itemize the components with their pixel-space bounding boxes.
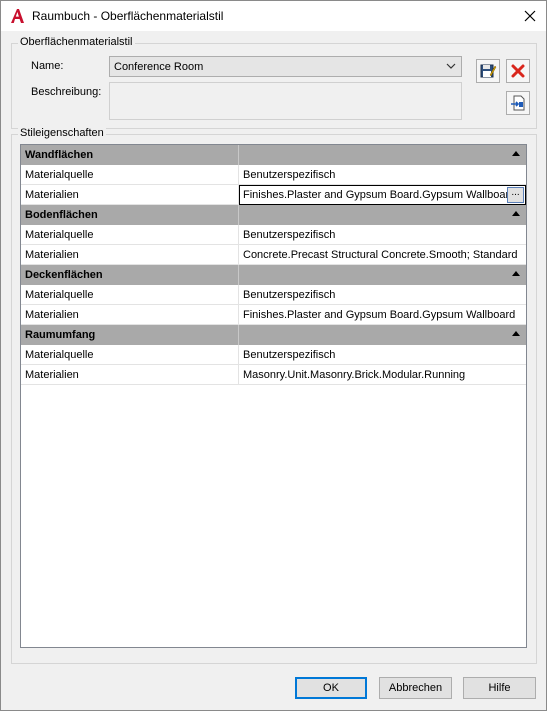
collapse-arrow-icon[interactable]	[512, 271, 520, 276]
property-label: Materialien	[21, 305, 239, 325]
property-value[interactable]: Benutzerspezifisch	[239, 225, 526, 245]
dialog-window: Raumbuch - Oberflächenmaterialstil Oberf…	[0, 0, 547, 711]
description-label: Beschreibung:	[31, 86, 102, 98]
properties-grid: Wandflächen Materialquelle Benutzerspezi…	[20, 144, 527, 648]
import-button[interactable]	[506, 91, 530, 115]
delete-button[interactable]	[506, 59, 530, 83]
property-label: Materialien	[21, 365, 239, 385]
property-label: Materialquelle	[21, 225, 239, 245]
property-value: Finishes.Plaster and Gypsum Board.Gypsum…	[243, 189, 516, 201]
section-title: Bodenflächen	[21, 205, 239, 225]
property-value[interactable]: Benutzerspezifisch	[239, 345, 526, 365]
section-header-raumumfang[interactable]: Raumumfang	[21, 325, 526, 345]
property-value[interactable]: Benutzerspezifisch	[239, 165, 526, 185]
section-header-spacer	[239, 205, 526, 225]
property-row[interactable]: Materialien Masonry.Unit.Masonry.Brick.M…	[21, 365, 526, 385]
save-edit-button[interactable]	[476, 59, 500, 83]
collapse-arrow-icon[interactable]	[512, 211, 520, 216]
property-row[interactable]: Materialquelle Benutzerspezifisch	[21, 345, 526, 365]
property-label: Materialquelle	[21, 345, 239, 365]
name-combo[interactable]: Conference Room	[109, 56, 462, 77]
floppy-edit-icon	[480, 64, 497, 78]
property-row[interactable]: Materialien Finishes.Plaster and Gypsum …	[21, 305, 526, 325]
property-value-editor[interactable]: Finishes.Plaster and Gypsum Board.Gypsum…	[239, 185, 526, 205]
help-button[interactable]: Hilfe	[463, 677, 536, 699]
section-header-spacer	[239, 145, 526, 165]
import-document-icon	[511, 95, 525, 111]
property-row[interactable]: Materialquelle Benutzerspezifisch	[21, 225, 526, 245]
section-header-deckenflaechen[interactable]: Deckenflächen	[21, 265, 526, 285]
description-field[interactable]	[109, 82, 462, 120]
help-button-label: Hilfe	[488, 682, 511, 694]
properties-group-legend: Stileigenschaften	[18, 127, 106, 139]
red-x-delete-icon	[511, 64, 525, 78]
property-row[interactable]: Materialien Finishes.Plaster and Gypsum …	[21, 185, 526, 205]
close-x-icon	[524, 10, 536, 22]
property-label: Materialquelle	[21, 165, 239, 185]
section-title: Wandflächen	[21, 145, 239, 165]
section-title: Raumumfang	[21, 325, 239, 345]
chevron-down-icon	[446, 63, 456, 69]
property-value[interactable]: Benutzerspezifisch	[239, 285, 526, 305]
title-bar: Raumbuch - Oberflächenmaterialstil	[1, 1, 546, 31]
autocad-a-icon	[11, 9, 24, 23]
close-button[interactable]	[514, 1, 546, 31]
property-label: Materialien	[21, 185, 239, 205]
section-title: Deckenflächen	[21, 265, 239, 285]
cancel-button[interactable]: Abbrechen	[379, 677, 452, 699]
property-value[interactable]: Finishes.Plaster and Gypsum Board.Gypsum…	[239, 305, 526, 325]
section-header-wandflaechen[interactable]: Wandflächen	[21, 145, 526, 165]
property-value[interactable]: Concrete.Precast Structural Concrete.Smo…	[239, 245, 526, 265]
browse-ellipsis-button[interactable]: ...	[507, 187, 524, 203]
property-row[interactable]: Materialien Concrete.Precast Structural …	[21, 245, 526, 265]
property-value[interactable]: Masonry.Unit.Masonry.Brick.Modular.Runni…	[239, 365, 526, 385]
ok-button[interactable]: OK	[295, 677, 367, 699]
collapse-arrow-icon[interactable]	[512, 331, 520, 336]
property-label: Materialquelle	[21, 285, 239, 305]
name-combo-value: Conference Room	[114, 61, 204, 73]
section-header-spacer	[239, 325, 526, 345]
name-label: Name:	[31, 60, 64, 72]
style-group-legend: Oberflächenmaterialstil	[18, 36, 135, 48]
property-label: Materialien	[21, 245, 239, 265]
window-title: Raumbuch - Oberflächenmaterialstil	[32, 9, 224, 23]
collapse-arrow-icon[interactable]	[512, 151, 520, 156]
property-row[interactable]: Materialquelle Benutzerspezifisch	[21, 165, 526, 185]
property-row[interactable]: Materialquelle Benutzerspezifisch	[21, 285, 526, 305]
section-header-bodenflaechen[interactable]: Bodenflächen	[21, 205, 526, 225]
section-header-spacer	[239, 265, 526, 285]
